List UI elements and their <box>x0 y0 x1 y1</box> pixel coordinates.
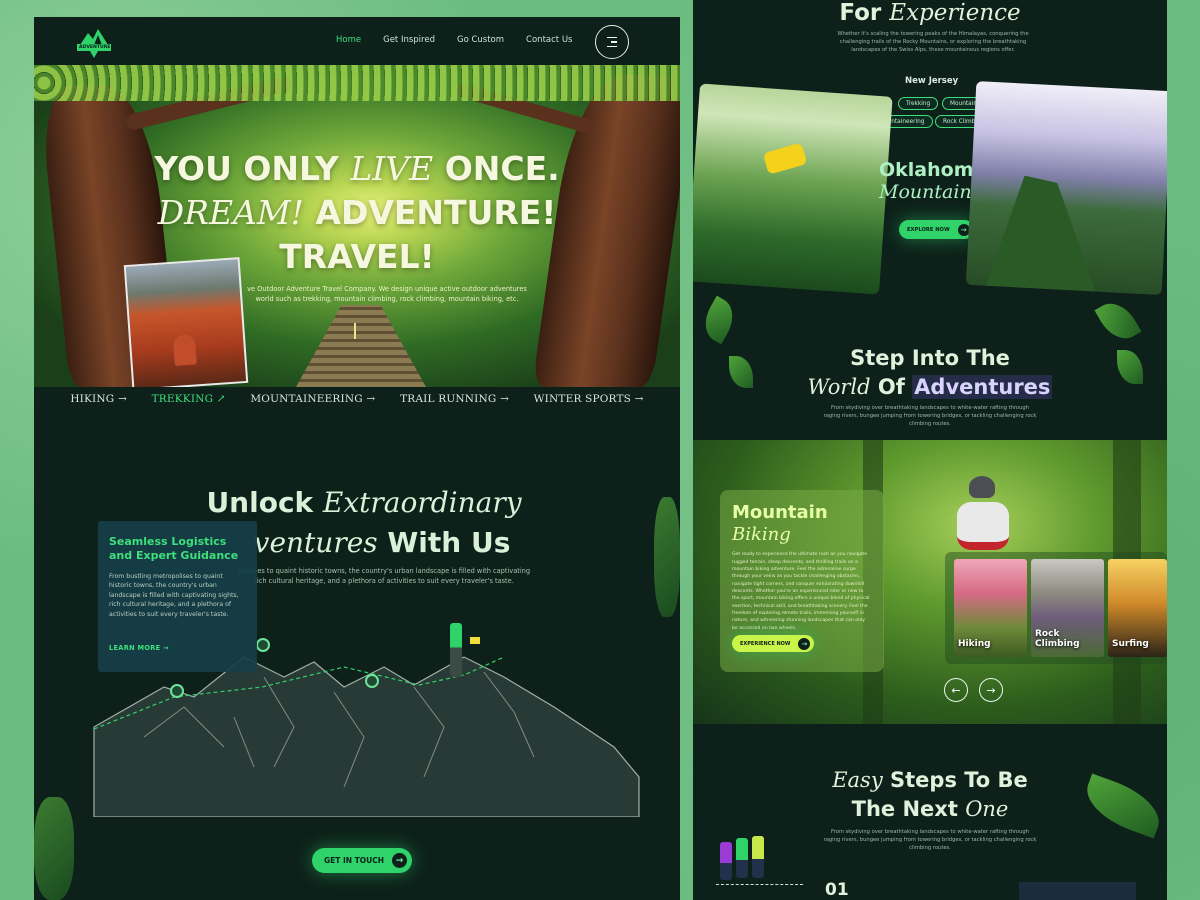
mountain-biking-card: Mountain Biking Get ready to experience … <box>720 490 884 672</box>
nav-link-home[interactable]: Home <box>336 35 361 45</box>
category-bar: HIKING → TREKKING ↗ MOUNTAINEERING → TRA… <box>34 387 680 411</box>
carousel-prev-button[interactable]: ← <box>944 678 968 702</box>
category-mountaineering[interactable]: MOUNTAINEERING → <box>250 393 375 405</box>
nav-link-get-inspired[interactable]: Get Inspired <box>383 35 435 45</box>
hiker-photo-card <box>123 257 249 387</box>
arrow-right-icon: → <box>986 683 996 697</box>
menu-button[interactable] <box>595 25 629 59</box>
path-marker <box>256 638 270 652</box>
scroll-indicator <box>354 323 356 339</box>
unlock-subtitle: opolises to quaint historic towns, the c… <box>237 567 531 585</box>
nav-link-contact-us[interactable]: Contact Us <box>526 35 572 45</box>
step-number: 01 <box>825 880 849 900</box>
climber-figure <box>450 623 462 677</box>
info-card: Seamless Logistics and Expert Guidance F… <box>98 521 257 672</box>
info-card-body: From bustling metropolises to quaint his… <box>109 572 239 619</box>
arrow-right-icon: → <box>392 853 408 868</box>
hikers-group-illustration <box>720 836 774 880</box>
arrow-right-icon: → <box>117 393 127 405</box>
category-trekking[interactable]: TREKKING ↗ <box>152 393 226 405</box>
step-into-subtitle: From skydiving over breathtaking landsca… <box>823 405 1037 428</box>
path-marker <box>170 684 184 698</box>
hero-section: YOU ONLY LIVE ONCE. DREAM! ADVENTURE! TR… <box>34 65 680 387</box>
vine-leaf-decoration <box>654 497 680 617</box>
path-marker <box>365 674 379 688</box>
activity-carousel: Mountain Biking Get ready to experience … <box>693 440 1167 724</box>
rock-climber-photo <box>693 83 893 295</box>
brand-logo[interactable]: ADVENTURE <box>74 25 114 59</box>
wooden-bridge-illustration <box>296 305 426 387</box>
step-connector-line <box>716 884 803 885</box>
category-winter-sports[interactable]: WINTER SPORTS → <box>534 393 644 405</box>
step-into-heading: Step Into The World Of Adventures <box>807 346 1053 399</box>
experience-heading: For Experience <box>839 0 1021 26</box>
arrow-right-icon: → <box>500 393 510 405</box>
tag-pill-trekking[interactable]: Trekking <box>898 97 939 110</box>
flag-icon <box>470 637 480 644</box>
activity-thumbnails: Hiking Rock Climbing Surfing <box>945 552 1167 664</box>
experience-subtitle: Whether it's scaling the towering peaks … <box>837 31 1029 54</box>
explore-now-button[interactable]: EXPLORE NOW → <box>899 220 974 239</box>
arrow-right-icon: → <box>366 393 376 405</box>
mountain-biking-body: Get ready to experience the ultimate rus… <box>732 552 870 631</box>
mountain-peak-photo <box>965 81 1167 295</box>
category-trail-running[interactable]: TRAIL RUNNING → <box>400 393 509 405</box>
step-image-placeholder <box>1019 882 1136 900</box>
landing-page-left: ADVENTURE Home Get Inspired Go Custom Co… <box>34 17 680 900</box>
logo-text: ADVENTURE <box>79 45 111 50</box>
hiker-figure <box>172 334 197 366</box>
leaf-decoration <box>1094 295 1142 347</box>
arrow-right-icon: → <box>634 393 644 405</box>
menu-icon-line <box>607 45 617 48</box>
experience-now-button[interactable]: EXPERIENCE NOW → <box>732 635 815 652</box>
thumb-rock-climbing[interactable]: Rock Climbing <box>1031 559 1104 657</box>
info-card-title: Seamless Logistics and Expert Guidance <box>109 535 239 563</box>
menu-icon-line <box>611 41 617 43</box>
region-label: New Jersey <box>905 76 959 86</box>
arrow-right-icon: → <box>798 637 811 650</box>
hero-subtitle: ve Outdoor Adventure Travel Company. We … <box>247 285 527 303</box>
carousel-next-button[interactable]: → <box>979 678 1003 702</box>
hero-title: YOU ONLY LIVE ONCE. DREAM! ADVENTURE! TR… <box>154 149 560 276</box>
arrow-left-icon: ← <box>951 683 961 697</box>
thumb-hiking[interactable]: Hiking <box>954 559 1027 657</box>
thumb-surfing[interactable]: Surfing <box>1108 559 1167 657</box>
climber-figure <box>762 142 808 175</box>
vine-leaf-decoration <box>34 797 74 900</box>
nav-links: Home Get Inspired Go Custom Contact Us <box>336 35 572 45</box>
mountain-biking-title: Mountain Biking <box>732 502 828 545</box>
category-hiking[interactable]: HIKING → <box>70 393 127 405</box>
top-nav: ADVENTURE Home Get Inspired Go Custom Co… <box>34 17 680 65</box>
get-in-touch-button[interactable]: GET IN TOUCH → <box>312 848 413 873</box>
arrow-up-right-icon: ↗ <box>216 393 226 405</box>
leaf-decoration <box>696 295 742 345</box>
menu-icon <box>607 36 617 39</box>
learn-more-link[interactable]: LEARN MORE → <box>109 644 169 652</box>
nav-link-go-custom[interactable]: Go Custom <box>457 35 504 45</box>
peak-rock-illustration <box>986 174 1102 292</box>
vine-decoration <box>34 65 680 101</box>
easy-steps-subtitle: From skydiving over breathtaking landsca… <box>823 829 1037 852</box>
easy-steps-heading: Easy Steps To Be The Next One <box>832 768 1028 821</box>
landing-page-right: For Experience Whether it's scaling the … <box>693 0 1167 900</box>
